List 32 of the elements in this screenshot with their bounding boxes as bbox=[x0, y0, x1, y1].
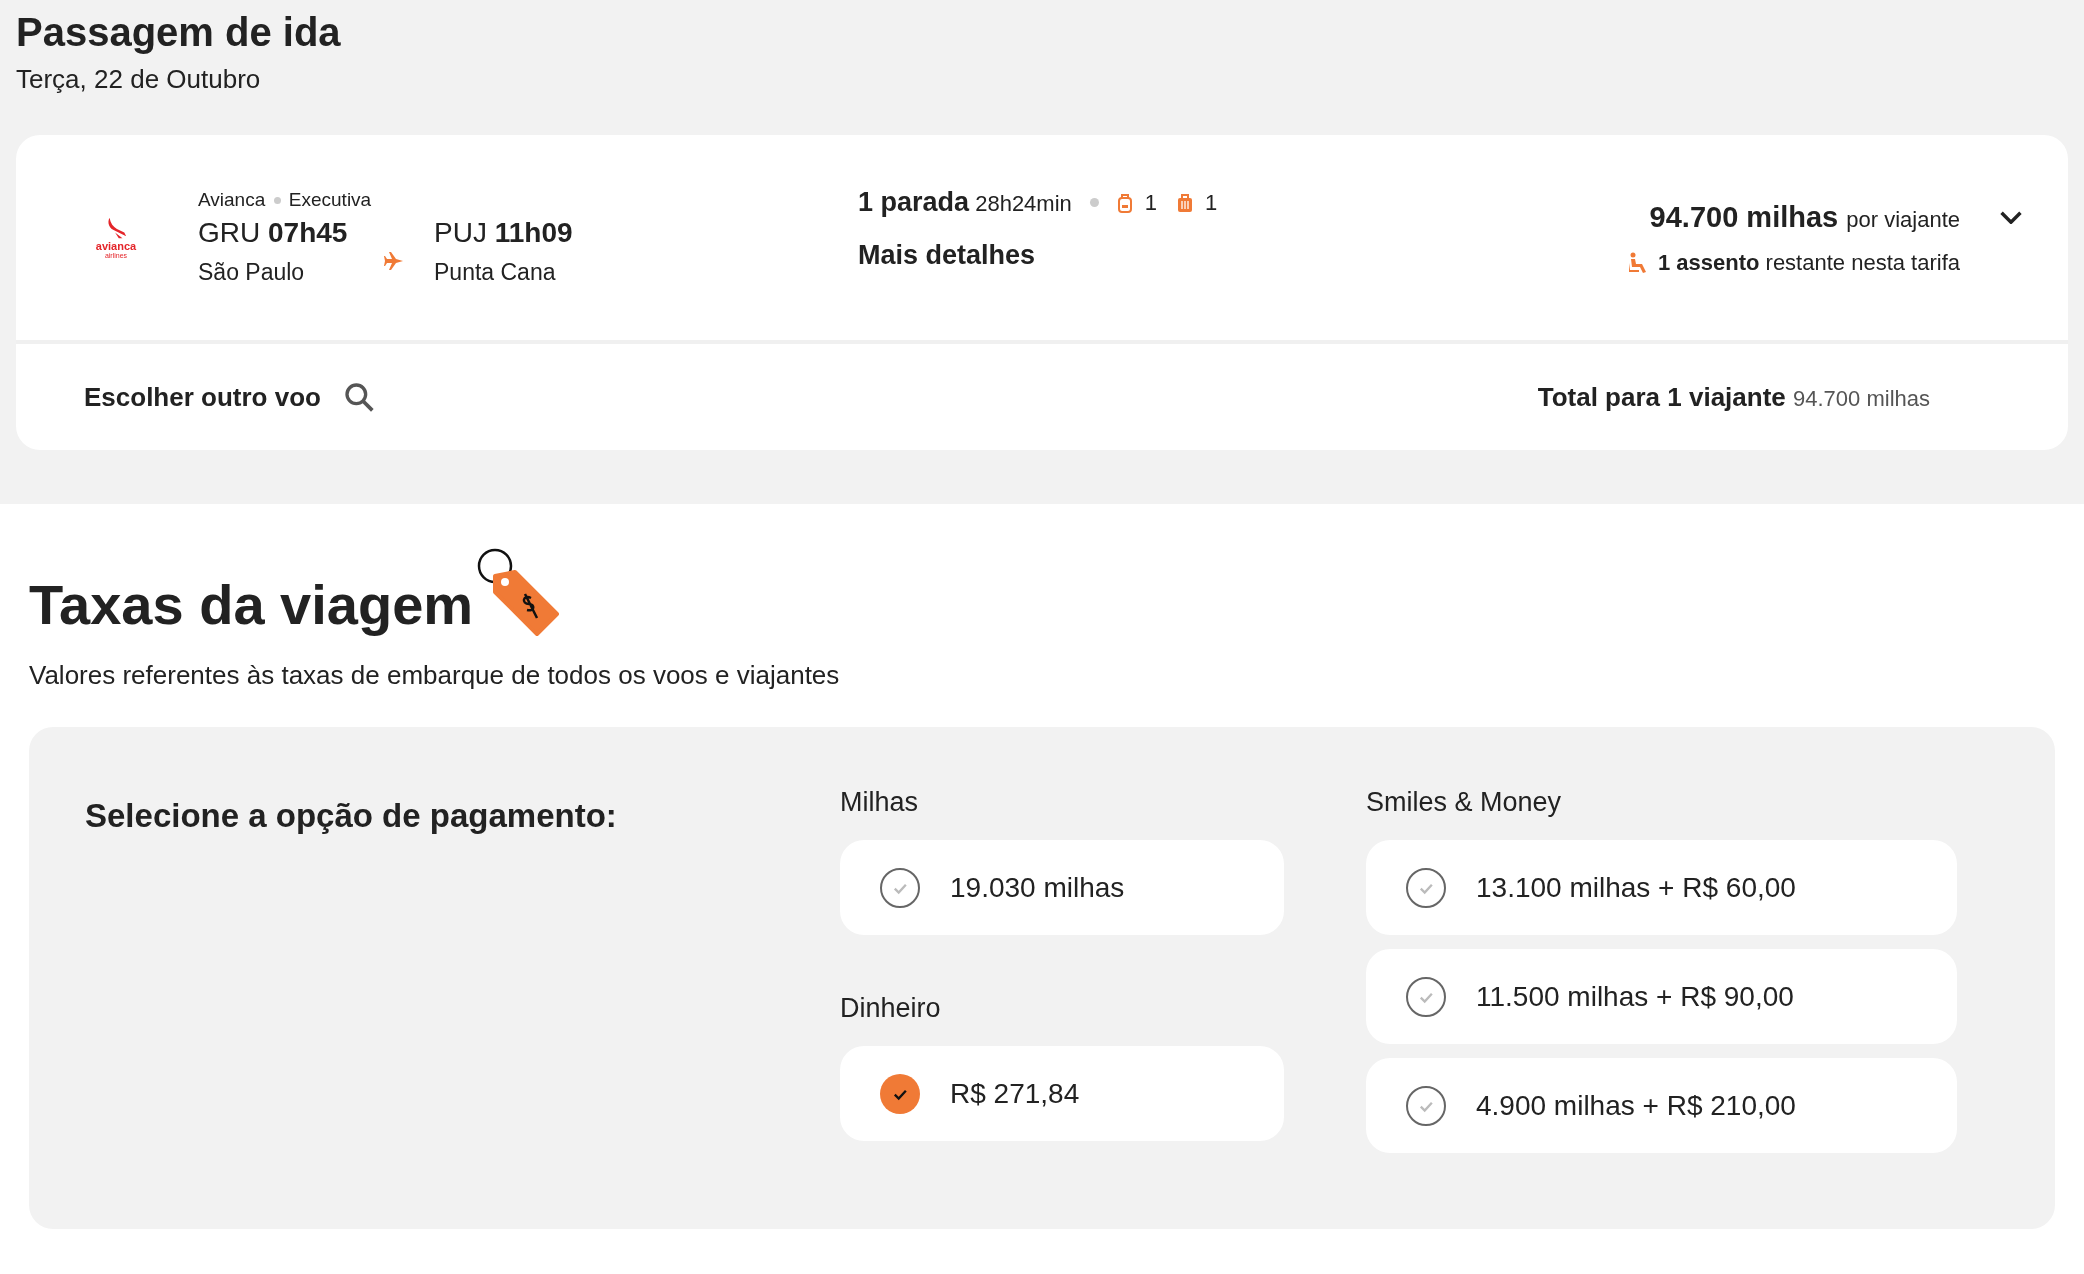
section-subtitle: Valores referentes às taxas de embarque de todos os voos e viajantes bbox=[29, 660, 841, 691]
baggage-count: 1 bbox=[1205, 189, 1218, 216]
seats-remaining: 1 assento restante nesta tarifa bbox=[1657, 250, 1960, 277]
separator-dot bbox=[1089, 198, 1099, 207]
baggage-count: 1 bbox=[1144, 189, 1158, 216]
payment-option[interactable]: R$ 271,84 bbox=[840, 1046, 1284, 1141]
payment-group-label: Milhas bbox=[840, 787, 920, 818]
payment-option[interactable]: 11.500 milhas + R$ 90,00 bbox=[1366, 949, 1957, 1044]
chevron-down-icon[interactable] bbox=[2000, 211, 2022, 224]
payment-option[interactable]: 4.900 milhas + R$ 210,00 bbox=[1366, 1058, 1957, 1153]
search-icon[interactable] bbox=[342, 381, 375, 413]
payment-group-label: Dinheiro bbox=[840, 993, 942, 1024]
page-title: Passagem de ida bbox=[16, 9, 342, 56]
departure-time: GRU 07h45 bbox=[198, 217, 349, 249]
price-per-traveler: 94.700 milhas por viajante bbox=[1649, 199, 1960, 235]
payment-option[interactable]: 13.100 milhas + R$ 60,00 bbox=[1366, 840, 1957, 935]
arrival-city: Punta Cana bbox=[434, 259, 557, 286]
payment-group-label: Smiles & Money bbox=[1366, 787, 1563, 818]
details-link[interactable]: Mais detalhes bbox=[858, 240, 1036, 271]
choose-other-flight-link[interactable]: Escolher outro voo bbox=[84, 381, 321, 413]
airline-cabin: Avianca Executiva bbox=[198, 189, 373, 211]
flight-date: Terça, 22 de Outubro bbox=[16, 64, 262, 95]
payment-option[interactable]: 19.030 milhas bbox=[840, 840, 1284, 935]
departure-city: São Paulo bbox=[198, 259, 306, 286]
stops-duration: 1 parada 28h24min bbox=[858, 187, 1072, 218]
suitcase-icon bbox=[1177, 192, 1194, 213]
section-title: Taxas da viagem bbox=[29, 572, 474, 637]
total-price: Total para 1 viajante 94.700 milhas bbox=[1537, 381, 1930, 413]
backpack-icon bbox=[1116, 192, 1133, 213]
separator-dot bbox=[273, 197, 281, 205]
payment-prompt: Selecione a opção de pagamento: bbox=[85, 797, 618, 836]
arrival-time: PUJ 11h09 bbox=[434, 217, 574, 249]
